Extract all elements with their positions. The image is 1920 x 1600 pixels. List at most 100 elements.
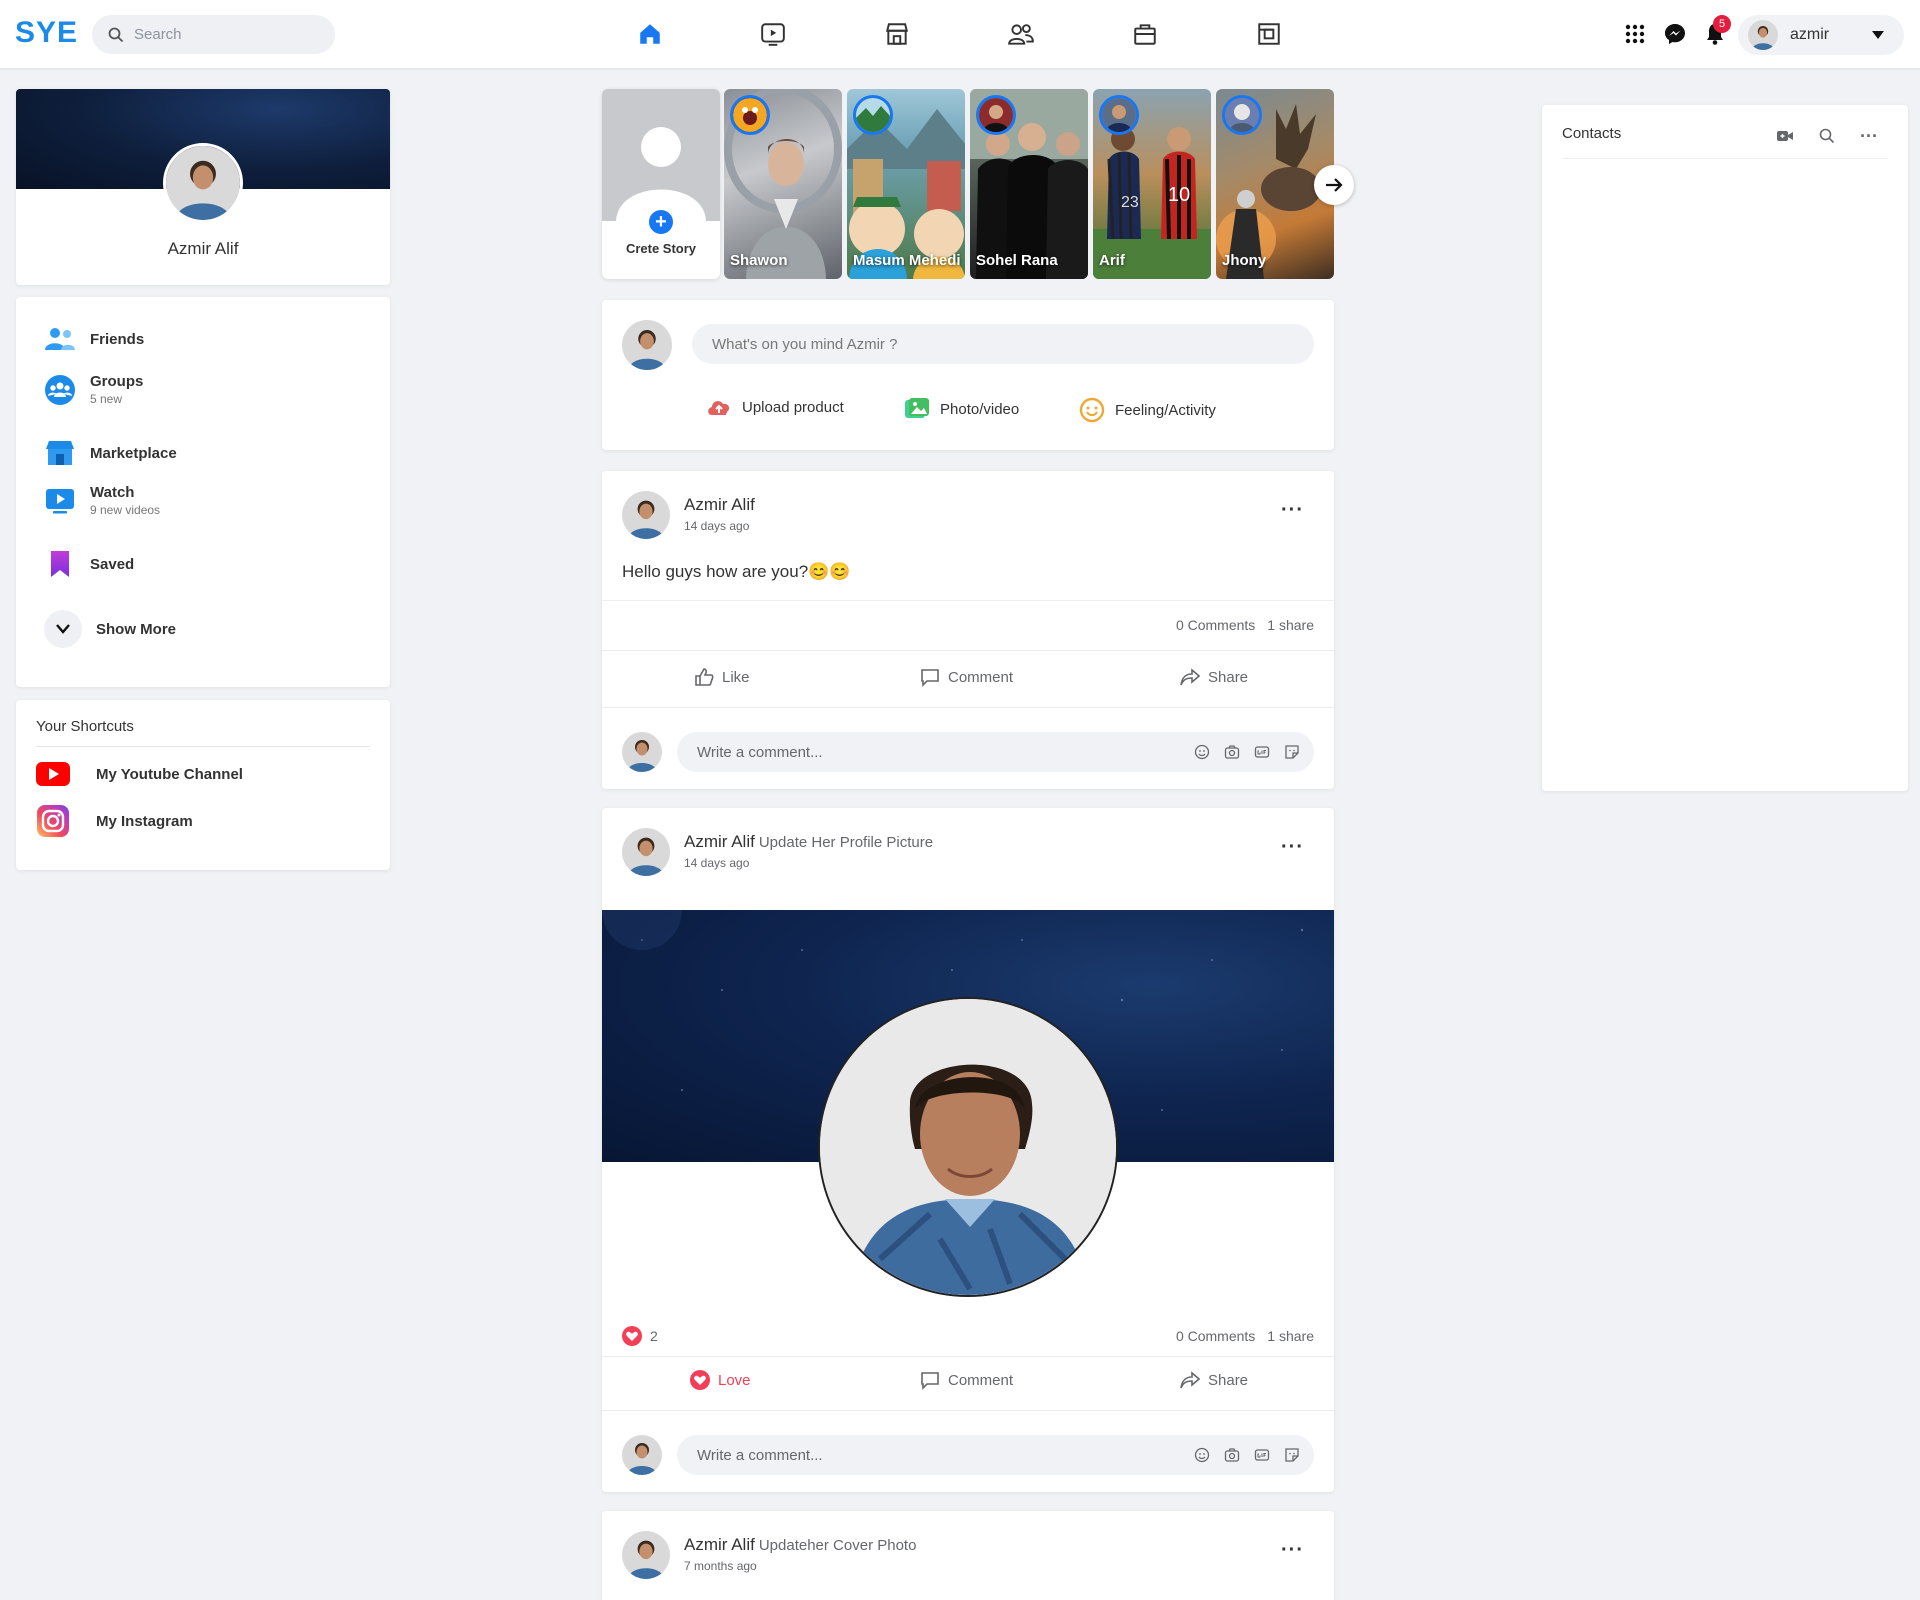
divider: [602, 600, 1334, 601]
create-story-card[interactable]: + Crete Story: [602, 89, 720, 279]
reaction-summary[interactable]: 2: [622, 1326, 658, 1346]
more-options-icon[interactable]: ···: [1281, 1540, 1304, 1560]
arrow-right-icon[interactable]: [1314, 165, 1354, 205]
author-name-text[interactable]: Azmir Alif: [684, 495, 755, 514]
nav-gaming-icon[interactable]: [1130, 18, 1160, 50]
photo-video-button[interactable]: Photo/video: [904, 397, 1019, 421]
story-author-avatar: [730, 95, 770, 135]
story-card[interactable]: Shawon: [724, 89, 842, 279]
nav-home-icon[interactable]: [635, 18, 665, 50]
camera-icon[interactable]: [1224, 744, 1240, 760]
like-label: Like: [722, 668, 750, 686]
shortcut-youtube[interactable]: My Youtube Channel: [36, 762, 243, 786]
status-input[interactable]: What's on you mind Azmir ?: [692, 324, 1314, 364]
story-card[interactable]: 10 23 Arif: [1093, 89, 1211, 279]
show-more-button[interactable]: Show More: [44, 610, 176, 648]
sticker-icon[interactable]: [1284, 744, 1300, 760]
comment-button[interactable]: Comment: [920, 1370, 1013, 1390]
love-reaction-icon: [622, 1326, 642, 1346]
post-author-avatar[interactable]: [622, 491, 670, 539]
more-options-icon[interactable]: ···: [1860, 127, 1878, 145]
emoji-icon[interactable]: [1194, 1447, 1210, 1463]
comment-count[interactable]: 0 Comments: [1176, 617, 1255, 633]
share-button[interactable]: Share: [1180, 1370, 1248, 1390]
emoji-icon[interactable]: [1194, 744, 1210, 760]
search-box[interactable]: Search: [92, 15, 335, 54]
apps-grid-icon[interactable]: [1620, 16, 1650, 52]
share-count[interactable]: 1 share: [1267, 1328, 1314, 1344]
chevron-down-icon[interactable]: [1872, 31, 1884, 39]
post-composer: What's on you mind Azmir ? Upload produc…: [602, 300, 1334, 450]
nav-watch-icon[interactable]: [758, 18, 788, 50]
comment-input[interactable]: Write a comment...: [677, 732, 1314, 772]
svg-text:10: 10: [1168, 184, 1190, 206]
gif-icon[interactable]: [1254, 744, 1270, 760]
post-author-avatar[interactable]: [622, 828, 670, 876]
comment-button[interactable]: Comment: [920, 667, 1013, 687]
menu-item-saved[interactable]: Saved: [44, 548, 134, 580]
more-options-icon[interactable]: ···: [1281, 500, 1304, 520]
shortcuts-title: Your Shortcuts: [36, 718, 134, 735]
comment-input[interactable]: Write a comment...: [677, 1435, 1314, 1475]
messenger-icon[interactable]: [1660, 16, 1690, 52]
menu-item-groups[interactable]: Groups 5 new: [44, 373, 143, 406]
site-logo[interactable]: SYE: [15, 16, 78, 50]
menu-label: Watch: [90, 484, 135, 501]
post-text: Hello guys how are you?😊😊: [622, 562, 851, 581]
like-button[interactable]: Like: [694, 667, 750, 687]
menu-item-marketplace[interactable]: Marketplace: [44, 437, 177, 469]
author-name-text[interactable]: Azmir Alif: [684, 1535, 755, 1554]
account-name: azmir: [1790, 26, 1830, 43]
chevron-down-icon: [44, 610, 82, 648]
nav-friends-icon[interactable]: [1006, 18, 1036, 50]
comment-tools: [1194, 744, 1300, 760]
post-author-name[interactable]: Azmir Alif Updateher Cover Photo: [684, 1535, 916, 1555]
left-menu: Friends Groups 5 new Marketplace Watch 9…: [16, 297, 390, 687]
divider: [1562, 158, 1888, 159]
nav-pages-icon[interactable]: [1254, 18, 1284, 50]
nav-marketplace-icon[interactable]: [882, 18, 912, 50]
post-card: Azmir Alif Update Her Profile Picture 14 …: [602, 808, 1334, 1492]
video-call-icon[interactable]: [1776, 127, 1794, 145]
profile-name[interactable]: Azmir Alif: [16, 239, 390, 259]
author-name-text[interactable]: Azmir Alif: [684, 832, 755, 851]
post-timestamp[interactable]: 14 days ago: [684, 519, 749, 533]
story-author-avatar: [1099, 95, 1139, 135]
photo-video-label: Photo/video: [940, 400, 1020, 418]
menu-item-watch[interactable]: Watch 9 new videos: [44, 484, 160, 517]
search-icon[interactable]: [1818, 127, 1836, 145]
profile-avatar[interactable]: [163, 143, 243, 223]
post-timestamp[interactable]: 7 months ago: [684, 1559, 757, 1573]
account-menu[interactable]: azmir: [1738, 15, 1904, 55]
feeling-activity-button[interactable]: Feeling/Activity: [1079, 397, 1216, 423]
share-button[interactable]: Share: [1180, 667, 1248, 687]
post-timestamp[interactable]: 14 days ago: [684, 856, 749, 870]
profile-picture-image[interactable]: [818, 997, 1118, 1297]
reaction-count: 2: [650, 1328, 658, 1344]
create-story-label: Crete Story: [625, 241, 697, 256]
plus-icon[interactable]: +: [646, 207, 676, 237]
menu-item-friends[interactable]: Friends: [44, 323, 144, 355]
comment-count[interactable]: 0 Comments: [1176, 1328, 1255, 1344]
comment-label: Comment: [948, 1371, 1014, 1389]
search-input[interactable]: Search: [134, 26, 182, 43]
more-options-icon[interactable]: ···: [1281, 837, 1304, 857]
sticker-icon[interactable]: [1284, 1447, 1300, 1463]
story-card[interactable]: Masum Mehedi: [847, 89, 965, 279]
story-card[interactable]: Sohel Rana: [970, 89, 1088, 279]
share-icon: [1180, 1370, 1200, 1390]
post-author-name[interactable]: Azmir Alif: [684, 495, 755, 515]
love-button[interactable]: Love: [690, 1370, 751, 1390]
shortcut-instagram[interactable]: My Instagram: [36, 804, 193, 838]
marketplace-icon: [44, 437, 76, 469]
share-count[interactable]: 1 share: [1267, 617, 1314, 633]
post-author-avatar[interactable]: [622, 1531, 670, 1579]
post-author-name[interactable]: Azmir Alif Update Her Profile Picture: [684, 832, 933, 852]
camera-icon[interactable]: [1224, 1447, 1240, 1463]
photo-icon: [904, 397, 930, 421]
upload-product-button[interactable]: Upload product: [706, 397, 844, 417]
gif-icon[interactable]: [1254, 1447, 1270, 1463]
comment-icon: [920, 1370, 940, 1390]
profile-card[interactable]: Azmir Alif: [16, 89, 390, 285]
divider: [602, 707, 1334, 708]
